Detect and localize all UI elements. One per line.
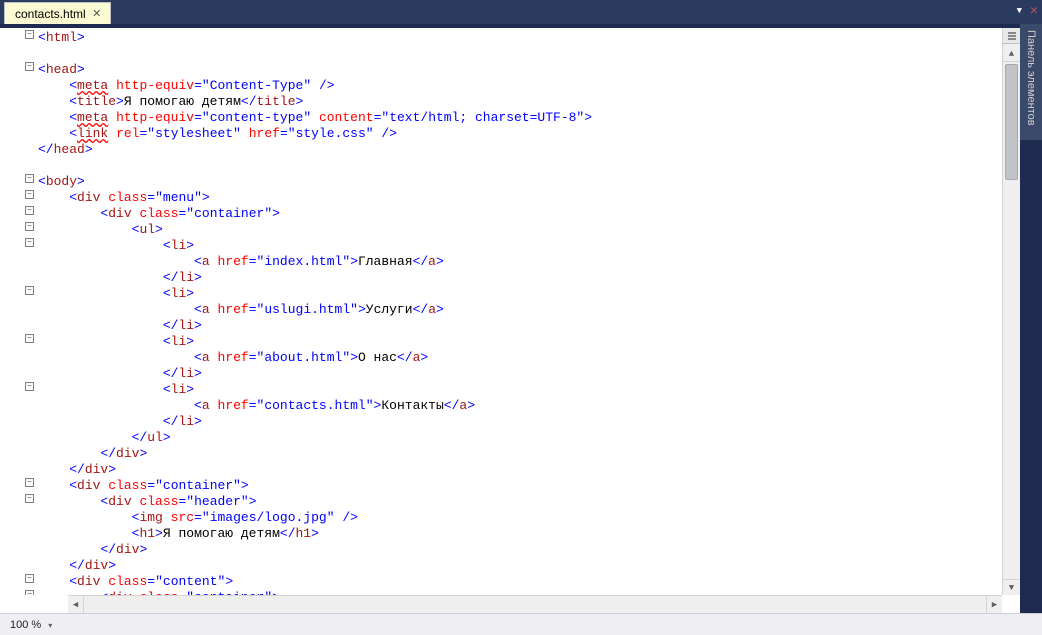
code-line[interactable]: <h1>Я помогаю детям</h1>: [0, 526, 1002, 542]
code-line[interactable]: </li>: [0, 318, 1002, 334]
code-line[interactable]: <title>Я помогаю детям</title>: [0, 94, 1002, 110]
fold-toggle-icon[interactable]: −: [25, 574, 34, 583]
fold-toggle-icon[interactable]: −: [25, 30, 34, 39]
code-line[interactable]: − <div class="menu">: [0, 190, 1002, 206]
fold-toggle-icon[interactable]: −: [25, 190, 34, 199]
fold-toggle-icon[interactable]: −: [25, 62, 34, 71]
code-line[interactable]: </li>: [0, 270, 1002, 286]
code-line[interactable]: </head>: [0, 142, 1002, 158]
code-line[interactable]: − <li>: [0, 286, 1002, 302]
fold-toggle-icon[interactable]: −: [25, 382, 34, 391]
fold-toggle-icon[interactable]: −: [25, 174, 34, 183]
tab-label: contacts.html: [15, 7, 86, 21]
code-line[interactable]: <a href="contacts.html">Контакты</a>: [0, 398, 1002, 414]
tab-close-icon[interactable]: ✕: [92, 9, 102, 19]
code-line[interactable]: <meta http-equiv="Content-Type" />: [0, 78, 1002, 94]
code-line[interactable]: −<html>: [0, 30, 1002, 46]
fold-toggle-icon[interactable]: −: [25, 334, 34, 343]
code-line[interactable]: <a href="uslugi.html">Услуги</a>: [0, 302, 1002, 318]
code-line[interactable]: [0, 158, 1002, 174]
code-line[interactable]: − <div class="header">: [0, 494, 1002, 510]
zoom-level-dropdown[interactable]: 100 %: [6, 619, 62, 631]
code-line[interactable]: </div>: [0, 446, 1002, 462]
code-line[interactable]: −<body>: [0, 174, 1002, 190]
code-line[interactable]: <meta http-equiv="content-type" content=…: [0, 110, 1002, 126]
toolbox-label: Панель элементов: [1025, 30, 1037, 126]
vertical-scrollbar[interactable]: ▲ ▼: [1002, 28, 1020, 595]
fold-toggle-icon[interactable]: −: [25, 238, 34, 247]
split-box-icon[interactable]: [1003, 28, 1020, 44]
code-line[interactable]: </li>: [0, 414, 1002, 430]
code-line[interactable]: − <div class="container">: [0, 478, 1002, 494]
code-area[interactable]: −<html> −<head> <meta http-equiv="Conten…: [0, 28, 1002, 595]
pane-close-icon[interactable]: ✕: [1030, 3, 1038, 18]
code-line[interactable]: − <div class="container">: [0, 206, 1002, 222]
code-line[interactable]: − <li>: [0, 238, 1002, 254]
fold-toggle-icon[interactable]: −: [25, 494, 34, 503]
fold-toggle-icon[interactable]: −: [25, 590, 34, 595]
code-line[interactable]: − <ul>: [0, 222, 1002, 238]
code-line[interactable]: − <li>: [0, 382, 1002, 398]
tab-bar: contacts.html ✕ ▼ ✕: [0, 0, 1042, 24]
zoom-value: 100 %: [10, 619, 41, 631]
code-line[interactable]: </ul>: [0, 430, 1002, 446]
code-line[interactable]: − <li>: [0, 334, 1002, 350]
scroll-up-icon[interactable]: ▲: [1003, 46, 1020, 62]
code-line[interactable]: </li>: [0, 366, 1002, 382]
code-line[interactable]: </div>: [0, 462, 1002, 478]
tab-contacts[interactable]: contacts.html ✕: [4, 2, 111, 24]
code-line[interactable]: <link rel="stylesheet" href="style.css" …: [0, 126, 1002, 142]
code-line[interactable]: <a href="index.html">Главная</a>: [0, 254, 1002, 270]
code-line[interactable]: − <div class="content">: [0, 574, 1002, 590]
scroll-left-icon[interactable]: ◀: [68, 596, 84, 613]
fold-toggle-icon[interactable]: −: [25, 206, 34, 215]
code-line[interactable]: <img src="images/logo.jpg" />: [0, 510, 1002, 526]
tab-overflow-icon[interactable]: ▼: [1017, 6, 1022, 16]
code-line[interactable]: [0, 46, 1002, 62]
status-bar: 100 %: [0, 613, 1042, 635]
code-line[interactable]: <a href="about.html">О нас</a>: [0, 350, 1002, 366]
scroll-right-icon[interactable]: ▶: [986, 596, 1002, 613]
code-line[interactable]: </div>: [0, 558, 1002, 574]
code-line[interactable]: </div>: [0, 542, 1002, 558]
fold-toggle-icon[interactable]: −: [25, 286, 34, 295]
fold-toggle-icon[interactable]: −: [25, 222, 34, 231]
scroll-down-icon[interactable]: ▼: [1003, 579, 1020, 595]
fold-toggle-icon[interactable]: −: [25, 478, 34, 487]
code-line[interactable]: −<head>: [0, 62, 1002, 78]
horizontal-scrollbar[interactable]: ◀ ▶: [68, 595, 1002, 613]
scroll-thumb-v[interactable]: [1005, 64, 1018, 180]
toolbox-panel-tab[interactable]: Панель элементов: [1020, 24, 1042, 140]
code-editor: −<html> −<head> <meta http-equiv="Conten…: [0, 28, 1020, 613]
